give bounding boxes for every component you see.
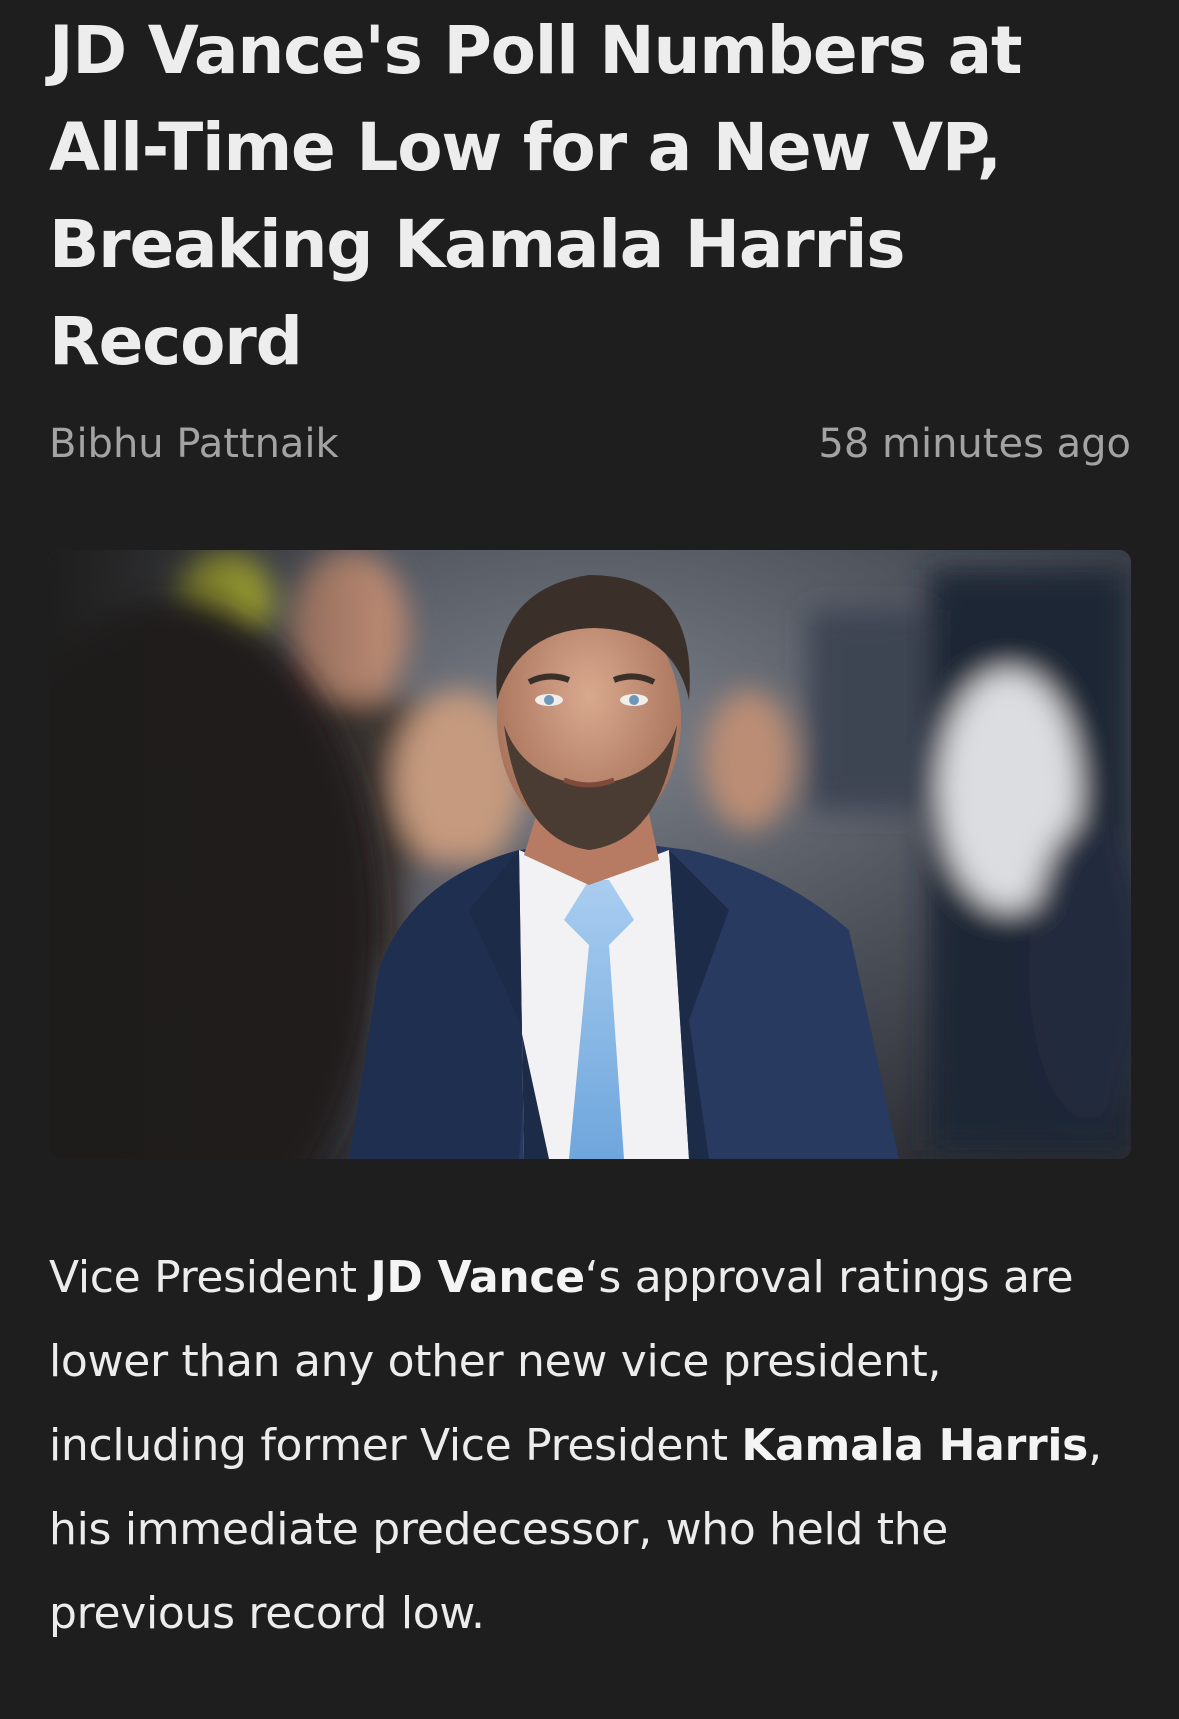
hero-image[interactable] [49, 550, 1131, 1159]
article: JD Vance's Poll Numbers at All-Time Low … [49, 0, 1131, 1639]
person-name-jd-vance: JD Vance [370, 1252, 585, 1303]
body-text-segment: Vice President [49, 1252, 371, 1303]
article-meta: Bibhu Pattnaik 58 minutes ago [49, 414, 1131, 474]
article-headline: JD Vance's Poll Numbers at All-Time Low … [49, 12, 1023, 380]
article-body-paragraph: Vice President JD Vance‘s approval ratin… [49, 1236, 1131, 1656]
photo-of-jd-vance-icon [49, 550, 1131, 1159]
person-name-kamala-harris: Kamala Harris [741, 1420, 1089, 1471]
author-name[interactable]: Bibhu Pattnaik [49, 414, 339, 474]
published-time: 58 minutes ago [818, 421, 1131, 467]
